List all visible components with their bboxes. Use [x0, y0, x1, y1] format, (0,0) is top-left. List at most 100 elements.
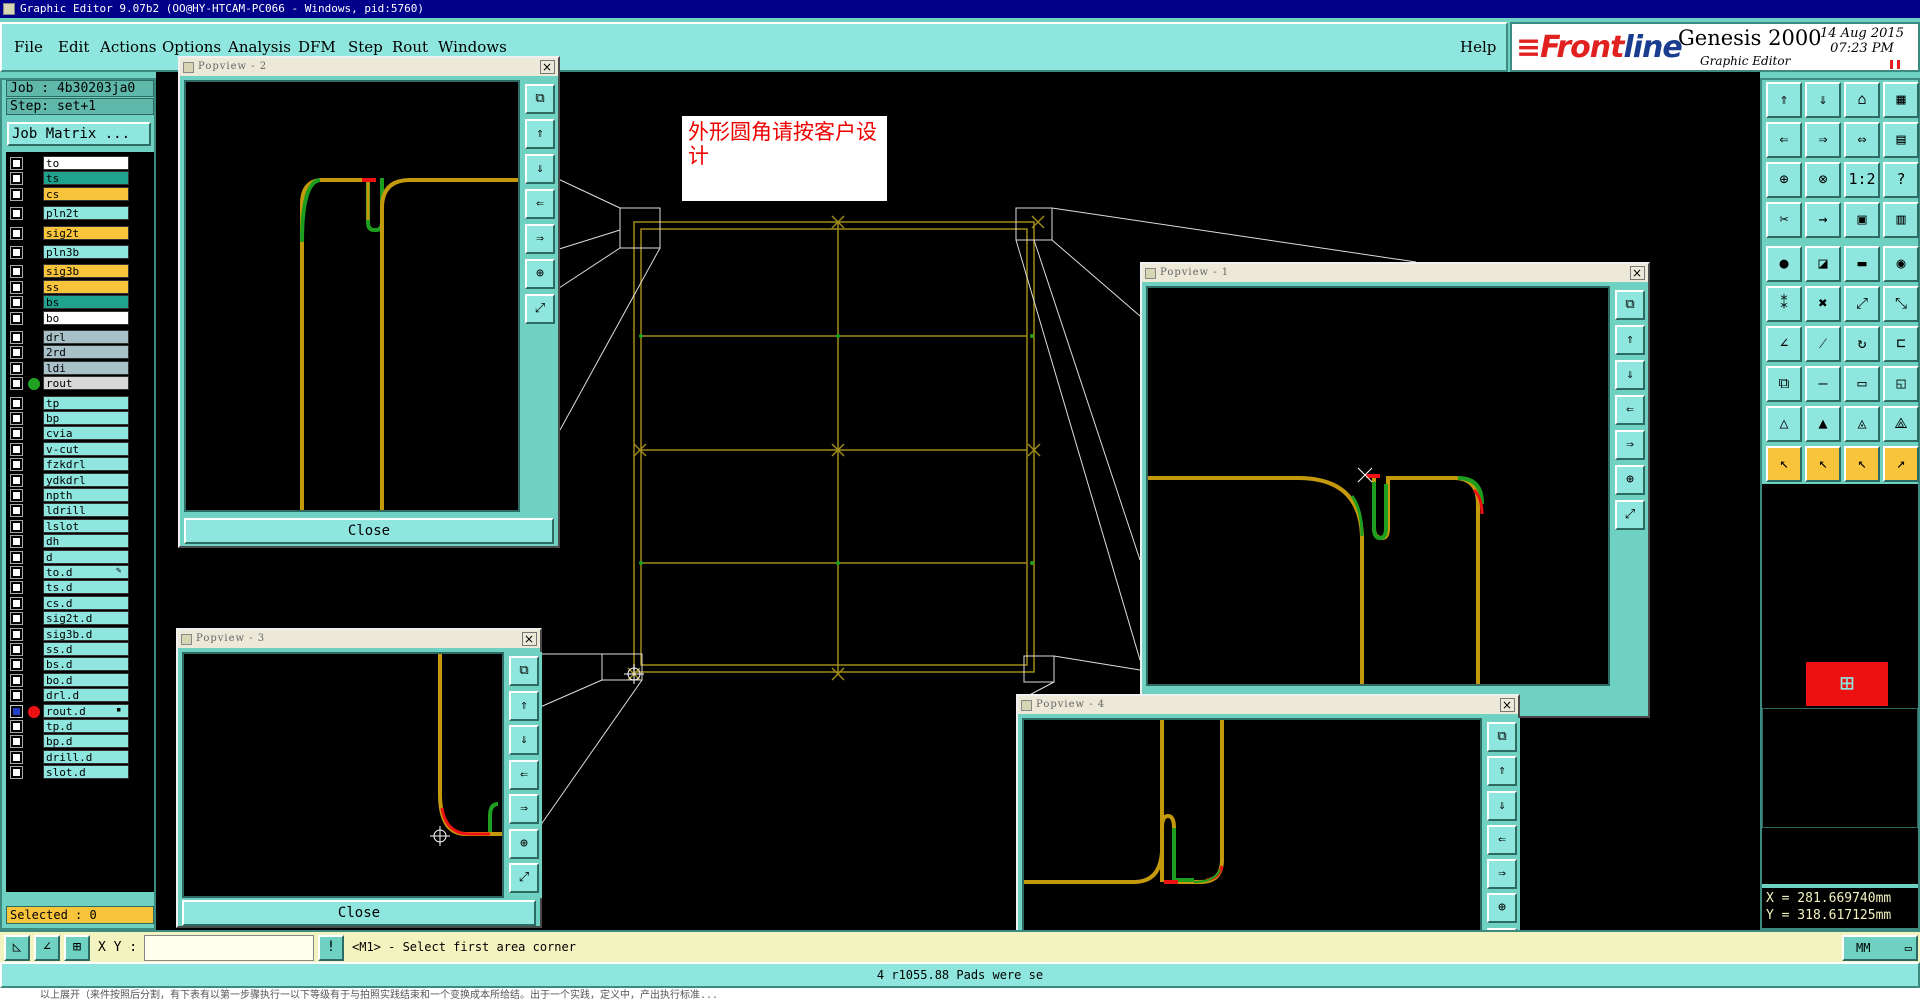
layer-row[interactable]: drl.d	[6, 688, 154, 703]
layer-name[interactable]: bo	[43, 310, 129, 325]
pan-left-icon[interactable]: ⇐	[509, 759, 539, 790]
menu-file[interactable]: File	[14, 38, 43, 56]
layer-row[interactable]: drl	[6, 330, 154, 344]
pan-down-icon[interactable]: ⇓	[1487, 790, 1517, 821]
zoom-window-icon[interactable]: ⧉	[1615, 290, 1645, 320]
layer-row[interactable]: to	[6, 156, 154, 170]
layer-checkbox[interactable]	[10, 750, 23, 764]
snap-icon[interactable]: ◺	[4, 935, 30, 961]
layer-name[interactable]: bs.d	[43, 657, 129, 672]
layer-row[interactable]: slot.d	[6, 765, 154, 780]
snap-grid-icon[interactable]: ▣	[1844, 202, 1880, 238]
line-tool-icon[interactable]: —	[1805, 366, 1841, 402]
layer-row[interactable]: ts	[6, 171, 154, 186]
select-box-icon[interactable]: ⧉	[1766, 366, 1802, 402]
zoom-center-icon[interactable]: ⊗	[1805, 162, 1841, 198]
layer-name[interactable]: ss	[43, 279, 129, 294]
layer-checkbox[interactable]	[10, 658, 23, 672]
layer-row[interactable]: drill.d	[6, 749, 154, 764]
zoom-in-icon[interactable]: ⊕	[525, 259, 555, 289]
layer-name[interactable]: ts.d	[43, 580, 129, 595]
layer-checkbox[interactable]	[10, 427, 23, 441]
layer-checkbox[interactable]	[10, 720, 23, 733]
menu-help[interactable]: Help	[1460, 38, 1496, 56]
layer-row[interactable]: ss	[6, 279, 154, 294]
pan-up-icon[interactable]: ⇑	[509, 690, 539, 721]
fit-icon[interactable]: ⤢	[525, 294, 555, 324]
arc-icon[interactable]: ▲	[1805, 406, 1841, 442]
close-icon[interactable]: ×	[522, 632, 537, 646]
menu-edit[interactable]: Edit	[58, 38, 89, 56]
menu-actions[interactable]: Actions	[100, 38, 156, 56]
layer-display-icon[interactable]: ⊞	[1806, 662, 1888, 706]
layer-name[interactable]: drl	[43, 330, 129, 344]
layer-checkbox[interactable]	[10, 596, 23, 610]
measure-icon[interactable]: ∠	[34, 935, 60, 961]
layer-name[interactable]: sig3b	[43, 264, 129, 279]
layer-checkbox[interactable]	[10, 689, 23, 703]
layer-checkbox[interactable]	[10, 581, 23, 595]
menu-rout[interactable]: Rout	[392, 38, 428, 56]
menu-analysis[interactable]: Analysis	[228, 38, 291, 56]
copy-icon[interactable]: ⤡	[1883, 286, 1919, 322]
layer-checkbox[interactable]	[10, 473, 23, 487]
message-icon[interactable]: !	[318, 935, 344, 961]
layer-name[interactable]: cs	[43, 186, 129, 201]
pan-down-icon[interactable]: ⇓	[525, 154, 555, 184]
pan-right-icon[interactable]: ⇒	[525, 224, 555, 254]
zoom-window-icon[interactable]: ⧉	[509, 656, 539, 686]
layer-name[interactable]: pln3b	[43, 245, 129, 259]
fit-icon[interactable]: ⤢	[509, 863, 539, 894]
pan-down-icon[interactable]: ⇓	[509, 725, 539, 756]
pan-left-icon[interactable]: ⇐	[1487, 824, 1517, 855]
layer-row[interactable]: npth	[6, 488, 154, 502]
layer-checkbox[interactable]	[10, 207, 23, 221]
layer-row[interactable]: bs	[6, 295, 154, 310]
pan-up-icon[interactable]: ⇑	[1487, 756, 1517, 787]
fit-width-icon[interactable]: ⇔	[1844, 122, 1880, 158]
layer-name[interactable]: bs	[43, 295, 129, 310]
layer-name[interactable]: cvia	[43, 426, 129, 441]
layer-checkbox[interactable]	[10, 331, 23, 344]
layer-checkbox[interactable]	[10, 550, 23, 564]
layer-row[interactable]: sig2t	[6, 225, 154, 240]
popview-2-close-button[interactable]: Close	[184, 518, 554, 544]
menu-dfm[interactable]: DFM	[298, 38, 336, 56]
layer-checkbox[interactable]	[10, 396, 23, 410]
layer-checkbox[interactable]	[10, 226, 23, 240]
layer-checkbox[interactable]	[10, 673, 23, 687]
menu-options[interactable]: Options	[162, 38, 221, 56]
layer-row[interactable]: to.d ✎	[6, 565, 154, 579]
layer-checkbox[interactable]	[10, 280, 23, 294]
layer-checkbox[interactable]	[10, 442, 23, 456]
layer-name[interactable]: tp.d	[43, 719, 129, 733]
layer-name[interactable]: bp	[43, 411, 129, 425]
popview-3-view[interactable]	[182, 652, 504, 898]
layer-row[interactable]: bp.d	[6, 734, 154, 749]
layer-row[interactable]: tp	[6, 395, 154, 410]
layer-row[interactable]: cs.d	[6, 595, 154, 610]
pan-left-icon[interactable]: ⇐	[1615, 395, 1645, 425]
panel-icon[interactable]: ▥	[1883, 202, 1919, 238]
pad-icon[interactable]: ●	[1766, 246, 1802, 282]
close-icon[interactable]: ×	[1500, 698, 1515, 712]
zoom-in-icon[interactable]: ⊕	[509, 828, 539, 859]
pan-right-icon[interactable]: ⇒	[509, 794, 539, 825]
job-matrix-button[interactable]: Job Matrix ...	[7, 122, 151, 146]
move-icon[interactable]: ⤢	[1844, 286, 1880, 322]
layer-checkbox[interactable]	[10, 627, 23, 641]
layer-row[interactable]: bs.d	[6, 657, 154, 672]
layer-checkbox[interactable]	[10, 172, 23, 186]
xy-input[interactable]	[144, 935, 314, 961]
layer-row[interactable]: pln3b	[6, 245, 154, 259]
layer-row[interactable]: pln2t	[6, 206, 154, 221]
mirror-icon[interactable]: ⊏	[1883, 326, 1919, 362]
polygon-icon[interactable]: ◬	[1844, 406, 1880, 442]
layer-row[interactable]: bo.d	[6, 672, 154, 687]
layer-checkbox[interactable]	[10, 311, 23, 325]
layer-checkbox[interactable]	[10, 412, 23, 425]
close-icon[interactable]: ×	[1630, 266, 1645, 280]
layer-row[interactable]: lslot	[6, 518, 154, 533]
layer-row[interactable]: d	[6, 549, 154, 564]
route-icon[interactable]: →	[1805, 202, 1841, 238]
